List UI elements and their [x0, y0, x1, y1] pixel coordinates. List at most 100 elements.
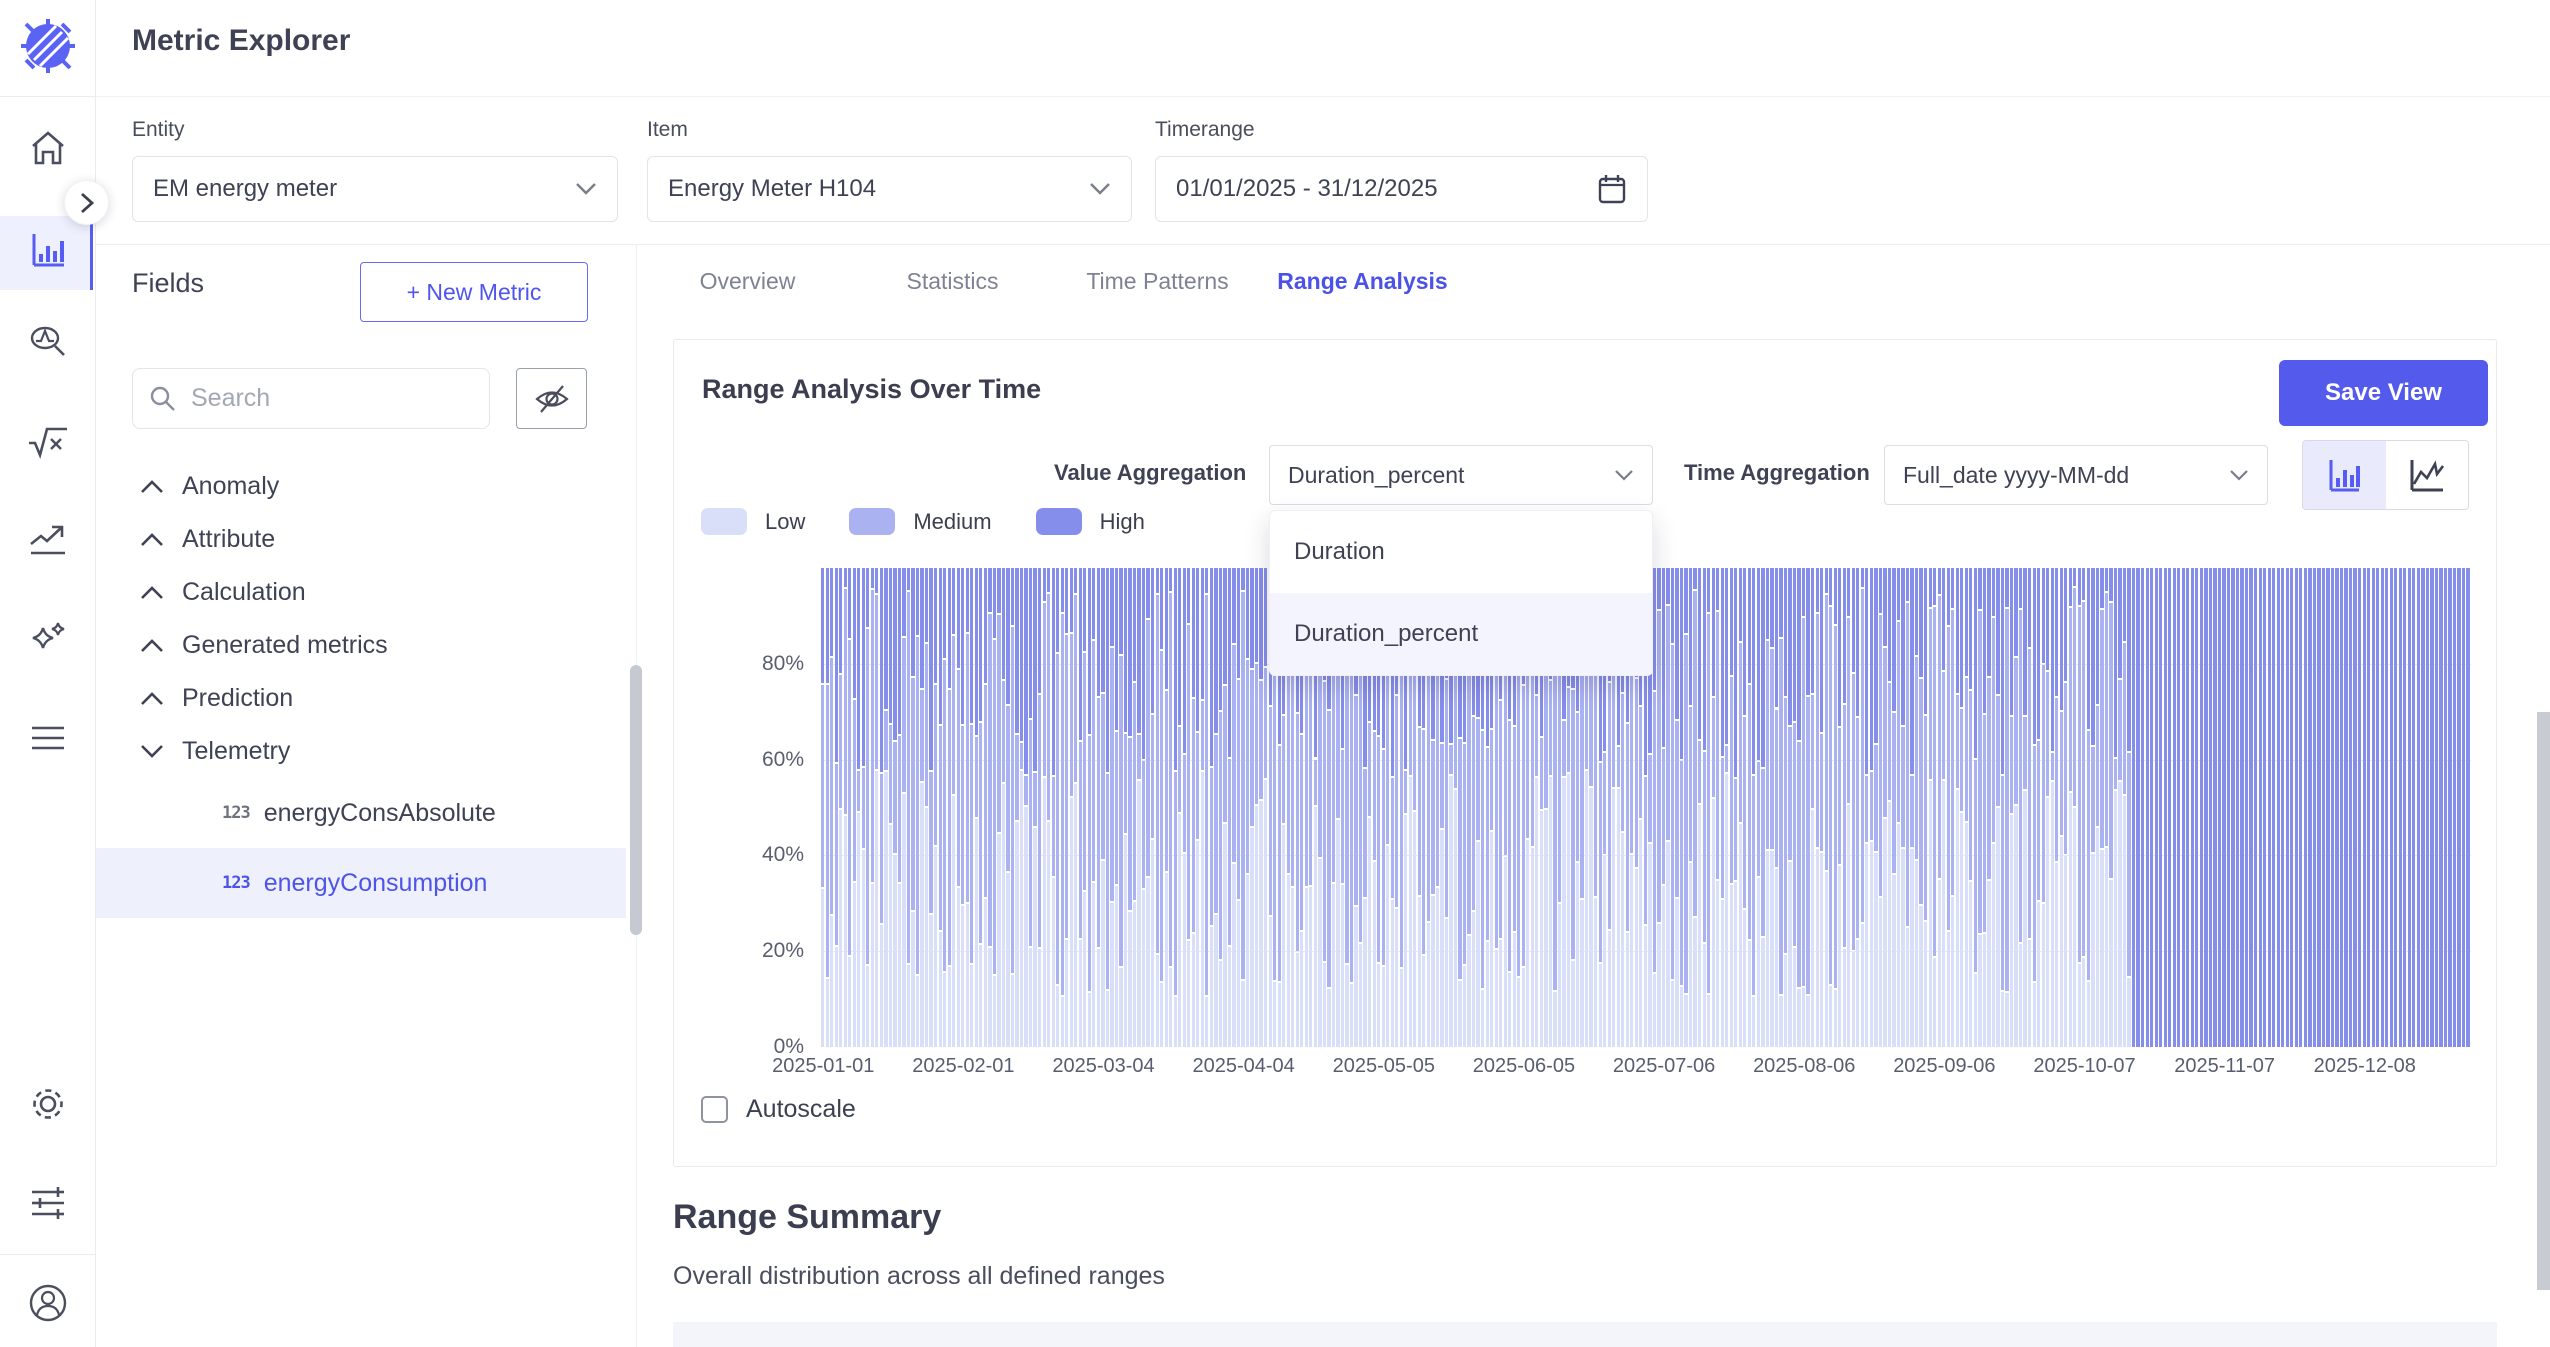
- segment-low: [1996, 808, 1999, 1047]
- tab-time-patterns[interactable]: Time Patterns: [1055, 244, 1260, 319]
- stacked-bar: [2358, 568, 2361, 1047]
- field-group-attribute[interactable]: Attribute: [96, 513, 626, 566]
- tab-bar: OverviewStatisticsTime PatternsRange Ana…: [645, 244, 1465, 319]
- segment-high: [2064, 568, 2067, 681]
- stacked-bar: [1784, 568, 1787, 1047]
- stacked-bar: [1047, 568, 1050, 1047]
- segment-low: [2078, 964, 2081, 1047]
- segment-high: [1097, 568, 1100, 696]
- stacked-bar: [920, 568, 923, 1047]
- segment-medium: [1739, 643, 1742, 822]
- sidebar-item-home[interactable]: [26, 126, 70, 170]
- sidebar-item-preferences[interactable]: [26, 1181, 70, 1225]
- segment-high: [1847, 568, 1850, 616]
- segment-high: [1843, 568, 1846, 703]
- stacked-bar: [1856, 568, 1859, 1047]
- segment-medium: [1038, 695, 1041, 946]
- page-scrollbar[interactable]: [2537, 712, 2550, 1290]
- dropdown-option-duration_percent[interactable]: Duration_percent: [1270, 593, 1652, 675]
- autoscale-control[interactable]: Autoscale: [701, 1095, 856, 1124]
- stacked-bar: [857, 568, 860, 1047]
- time-aggregation-select[interactable]: Full_date yyyy-MM-dd: [1884, 445, 2268, 505]
- sidebar-item-calculation[interactable]: [26, 420, 70, 464]
- line-chart-view-button[interactable]: [2386, 441, 2469, 509]
- bar-chart-view-button[interactable]: [2303, 441, 2386, 509]
- segment-high: [2023, 568, 2026, 715]
- segment-high: [1241, 568, 1244, 590]
- segment-high: [1734, 568, 1737, 777]
- app-logo-icon[interactable]: [18, 16, 78, 76]
- stacked-bar: [893, 568, 896, 1047]
- tab-range-analysis[interactable]: Range Analysis: [1260, 244, 1465, 319]
- segment-high: [2448, 568, 2451, 1047]
- segment-low: [2037, 902, 2040, 1047]
- stacked-bar: [1689, 568, 1692, 1047]
- stacked-bar: [1033, 568, 1036, 1047]
- stacked-bar: [1146, 568, 1149, 1047]
- fields-scrollbar[interactable]: [630, 665, 642, 935]
- segment-high: [1820, 568, 1823, 732]
- value-aggregation-select[interactable]: Duration_percent: [1269, 445, 1653, 505]
- segment-low: [853, 883, 856, 1047]
- segment-medium: [1065, 635, 1068, 938]
- segment-medium: [1345, 629, 1348, 963]
- segment-high: [2028, 568, 2031, 647]
- segment-low: [1282, 825, 1285, 1047]
- sidebar-item-metric-explorer[interactable]: [26, 228, 70, 272]
- sidebar-item-trends[interactable]: [26, 518, 70, 562]
- segment-low: [1874, 853, 1877, 1048]
- segment-medium: [848, 640, 851, 955]
- segment-high: [952, 568, 955, 634]
- stacked-bar: [2385, 568, 2388, 1047]
- sidebar-item-account[interactable]: [26, 1281, 70, 1325]
- segment-low: [1978, 935, 1981, 1047]
- sidebar-item-anomaly-search[interactable]: [26, 321, 70, 365]
- field-group-anomaly[interactable]: Anomaly: [96, 460, 626, 513]
- segment-high: [1870, 568, 1873, 770]
- field-group-generated-metrics[interactable]: Generated metrics: [96, 619, 626, 672]
- tab-statistics[interactable]: Statistics: [850, 244, 1055, 319]
- segment-medium: [1639, 707, 1642, 818]
- item-select[interactable]: Energy Meter H104: [647, 156, 1132, 222]
- sidebar-item-ai-assist[interactable]: [26, 619, 70, 663]
- segment-medium: [2105, 593, 2108, 846]
- stacked-bar: [1978, 568, 1981, 1047]
- segment-medium: [929, 772, 932, 913]
- segment-low: [1571, 961, 1574, 1047]
- segment-low: [1653, 974, 1656, 1047]
- save-view-button[interactable]: Save View: [2279, 360, 2488, 426]
- stacked-bar: [1892, 568, 1895, 1047]
- sidebar-expand-button[interactable]: [64, 180, 109, 225]
- segment-high: [1924, 568, 1927, 714]
- stacked-bar: [2001, 568, 2004, 1047]
- tab-overview[interactable]: Overview: [645, 244, 850, 319]
- field-energyConsAbsolute[interactable]: 123energyConsAbsolute: [96, 778, 626, 848]
- stacked-bar: [2082, 568, 2085, 1047]
- segment-low: [884, 772, 887, 1047]
- segment-medium: [2028, 649, 2031, 938]
- sidebar-item-menu[interactable]: [26, 716, 70, 760]
- timerange-input[interactable]: 01/01/2025 - 31/12/2025: [1155, 156, 1648, 222]
- field-energyConsumption[interactable]: 123energyConsumption: [96, 848, 626, 918]
- stacked-bar: [2457, 568, 2460, 1047]
- segment-high: [1888, 568, 1891, 681]
- stacked-bar: [1137, 568, 1140, 1047]
- field-group-prediction[interactable]: Prediction: [96, 672, 626, 725]
- segment-low: [1540, 811, 1543, 1047]
- field-group-calculation[interactable]: Calculation: [96, 566, 626, 619]
- autoscale-checkbox[interactable]: [701, 1096, 728, 1123]
- dropdown-option-duration[interactable]: Duration: [1270, 511, 1652, 593]
- stacked-bar: [2100, 568, 2103, 1047]
- entity-select[interactable]: EM energy meter: [132, 156, 618, 222]
- segment-low: [1585, 771, 1588, 1047]
- sidebar-item-settings[interactable]: [26, 1082, 70, 1126]
- segment-high: [1775, 568, 1778, 707]
- field-group-telemetry[interactable]: Telemetry: [96, 725, 626, 778]
- hide-fields-button[interactable]: [516, 368, 587, 429]
- segment-medium: [1707, 614, 1710, 993]
- search-input[interactable]: [191, 384, 473, 413]
- segment-medium: [1788, 727, 1791, 859]
- new-metric-button[interactable]: + New Metric: [360, 262, 588, 322]
- segment-high: [1684, 568, 1687, 633]
- stacked-bar: [2064, 568, 2067, 1047]
